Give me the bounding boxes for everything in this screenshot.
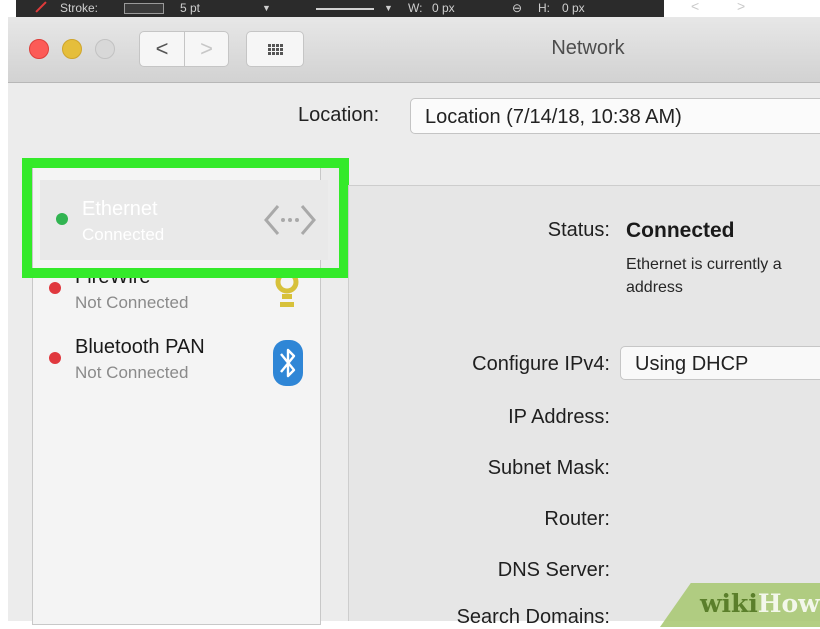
stroke-label: Stroke: — [60, 1, 99, 15]
title-bar: < > Network — [8, 17, 820, 83]
chevron-down-icon[interactable]: ▼ — [384, 3, 393, 13]
status-description: address — [626, 279, 683, 296]
no-fill-icon — [34, 0, 47, 15]
height-value[interactable]: 0 px — [562, 1, 585, 15]
next-arrow[interactable]: > — [737, 0, 745, 14]
configure-ipv4-label: Configure IPv4: — [472, 353, 610, 375]
service-name: Bluetooth PAN — [75, 336, 205, 358]
width-value[interactable]: 0 px — [432, 1, 455, 15]
top-toolbar-strip: Stroke: 5 pt ▼ ▼ W: 0 px ⊖ H: 0 px < > — [0, 0, 820, 18]
service-item-bluetooth-pan[interactable]: Bluetooth PAN Not Connected — [33, 326, 320, 392]
status-value: Connected — [626, 219, 735, 242]
ip-address-label: IP Address: — [508, 406, 610, 428]
status-label: Status: — [547, 219, 610, 241]
status-description: Ethernet is currently a — [626, 256, 782, 273]
status-dot-icon — [49, 282, 61, 294]
stroke-weight[interactable]: 5 pt — [180, 1, 200, 15]
service-state: Not Connected — [75, 363, 189, 382]
selection-highlight-box — [22, 158, 349, 278]
width-label: W: — [408, 1, 423, 15]
nav-arrows-ghost: < > — [673, 0, 773, 18]
bluetooth-icon — [273, 340, 303, 386]
window-title: Network — [551, 37, 625, 59]
service-state: Not Connected — [75, 293, 189, 312]
detail-panel — [348, 185, 820, 621]
search-domains-label: Search Domains: — [456, 606, 610, 628]
configure-ipv4-dropdown[interactable]: Using DHCP — [620, 346, 820, 380]
stroke-profile-line[interactable] — [316, 8, 374, 10]
dns-server-label: DNS Server: — [497, 559, 610, 581]
router-label: Router: — [544, 508, 610, 530]
location-label: Location: — [298, 104, 380, 126]
location-dropdown[interactable]: Location (7/14/18, 10:38 AM) — [410, 98, 820, 134]
status-dot-icon — [49, 352, 61, 364]
chevron-down-icon[interactable]: ▼ — [262, 3, 271, 13]
wikihow-watermark: wikiHow — [700, 589, 820, 618]
stroke-swatch[interactable] — [124, 3, 164, 14]
subnet-mask-label: Subnet Mask: — [487, 457, 610, 479]
link-icon[interactable]: ⊖ — [512, 1, 522, 15]
prev-arrow[interactable]: < — [691, 0, 699, 14]
height-label: H: — [538, 1, 550, 15]
illustrator-toolbar: Stroke: 5 pt ▼ ▼ W: 0 px ⊖ H: 0 px — [16, 0, 664, 17]
